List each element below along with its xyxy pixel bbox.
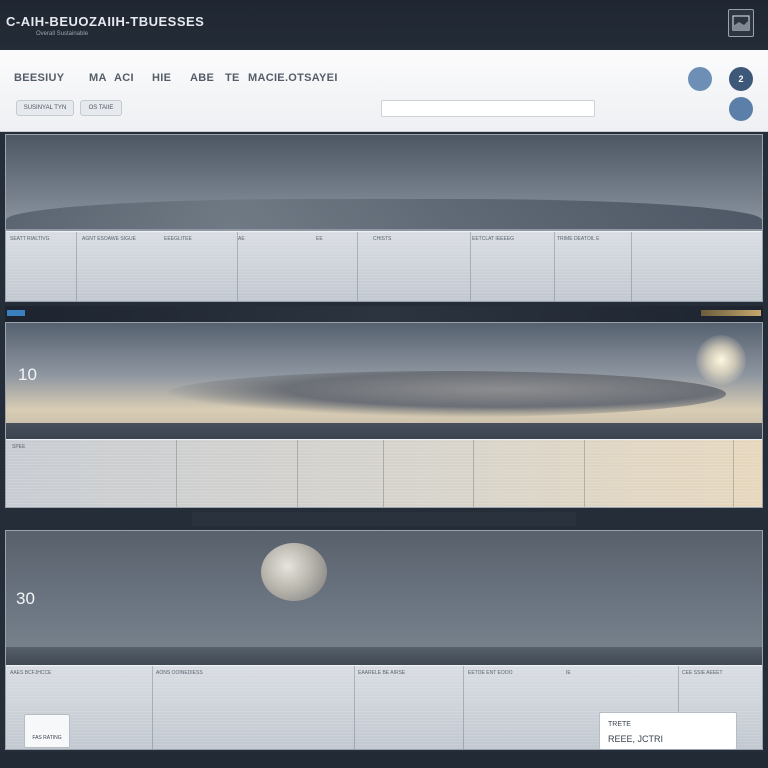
column-header: TRIME DEATOIL E (557, 236, 600, 242)
rating-card[interactable]: FAS RATING (24, 714, 70, 748)
grid-line (357, 232, 358, 301)
step-label: 10 (18, 365, 37, 385)
grid-line (76, 232, 77, 301)
data-grid-2: SPEE (6, 439, 762, 507)
filter-chip-1[interactable]: SUSINYAL TYN (16, 100, 74, 116)
search-input[interactable] (381, 100, 595, 117)
grid-line (176, 440, 177, 507)
column-header: SEATT RIALTIVG (10, 236, 50, 242)
divider-tag (7, 310, 25, 316)
grid-line (554, 232, 555, 301)
header-panel: BEESIUY MA ACI HIE ABE TE MACIE.OTSAYEI … (0, 50, 768, 132)
filter-chip-2[interactable]: OS TAIIE (80, 100, 122, 116)
column-header: IE (566, 670, 571, 676)
column-header: SPEE (12, 444, 26, 450)
nav-item-1[interactable]: BEESIUY (14, 72, 64, 84)
horizon-band (6, 423, 762, 439)
grid-line (463, 666, 464, 749)
window-icon (732, 15, 750, 31)
nav-item-3[interactable]: ACI (114, 72, 134, 84)
grid-line (473, 440, 474, 507)
bottom-bar (0, 752, 768, 768)
header-button-3[interactable] (729, 97, 753, 121)
column-header: EEEGLITEE (164, 236, 192, 242)
step-label: 30 (16, 589, 35, 609)
column-header: AE (238, 236, 245, 242)
step-value: 30 (16, 589, 35, 608)
column-header: AONS OOINEDIESS (156, 670, 203, 676)
cloud-bank (166, 371, 726, 417)
info-card[interactable]: TRETE REEE, JCTRI (599, 712, 737, 749)
scene-panel-3[interactable]: 30 AAES BCFJHCCE AONS OOINEDIESS EAARELE… (5, 530, 763, 750)
data-grid-3: AAES BCFJHCCE AONS OOINEDIESS EAARELE BE… (6, 665, 762, 749)
grid-line (631, 232, 632, 301)
scene-image-2: 10 (6, 323, 762, 439)
column-header: EAARELE BE AIRSE (358, 670, 406, 676)
column-header: EE (316, 236, 323, 242)
nav-item-2[interactable]: MA (89, 72, 107, 84)
header-button-2[interactable]: 2 (729, 67, 753, 91)
sun-glow (696, 335, 746, 385)
nav-item-6[interactable]: TE (225, 72, 240, 84)
step-value: 10 (18, 365, 37, 384)
scene-image-3: 30 (6, 531, 762, 665)
column-header: EETCLAT IEEEEG (472, 236, 515, 242)
ridge-band (6, 647, 762, 665)
nav-item-7[interactable]: MACIE.OTSAYEI (248, 72, 338, 84)
nav-item-4[interactable]: HIE (152, 72, 171, 84)
column-header: AAES BCFJHCCE (10, 670, 52, 676)
nav-item-5[interactable]: ABE (190, 72, 214, 84)
panel-divider (5, 306, 763, 322)
grid-line (297, 440, 298, 507)
scene-panel-1[interactable]: SEATT RIALTIVG AGNT ESOAWE SIGUE EEEGLIT… (5, 134, 763, 302)
app-title: C-AIH-BEUOZAIIH-TBUESSES (6, 14, 205, 29)
info-card-label: TRETE (608, 721, 631, 728)
grid-line (584, 440, 585, 507)
data-grid-1: SEATT RIALTIVG AGNT ESOAWE SIGUE EEEGLIT… (6, 231, 762, 301)
panel-divider (192, 512, 576, 526)
grid-line (383, 440, 384, 507)
column-header: CHISTS (373, 236, 392, 242)
title-bar: C-AIH-BEUOZAIIH-TBUESSES Overall Sustain… (0, 0, 768, 50)
divider-tag-right (701, 310, 761, 316)
scene-image-1 (6, 135, 762, 231)
moon (261, 543, 327, 601)
grid-line (470, 232, 471, 301)
app-subtitle: Overall Sustainable (36, 31, 89, 37)
mist-layer (6, 199, 762, 229)
info-card-value: REEE, JCTRI (608, 734, 664, 744)
grid-line (152, 666, 153, 749)
column-header: CEE SSIE AEEET (682, 670, 723, 676)
header-button-1[interactable] (688, 67, 712, 91)
scene-panel-2[interactable]: 10 SPEE (5, 322, 763, 508)
grid-line (237, 232, 238, 301)
column-header: EETOE ENT EOOO (468, 670, 513, 676)
column-header: AGNT ESOAWE SIGUE (82, 236, 136, 242)
window-button[interactable] (728, 9, 754, 37)
grid-line (354, 666, 355, 749)
grid-line (733, 440, 734, 507)
